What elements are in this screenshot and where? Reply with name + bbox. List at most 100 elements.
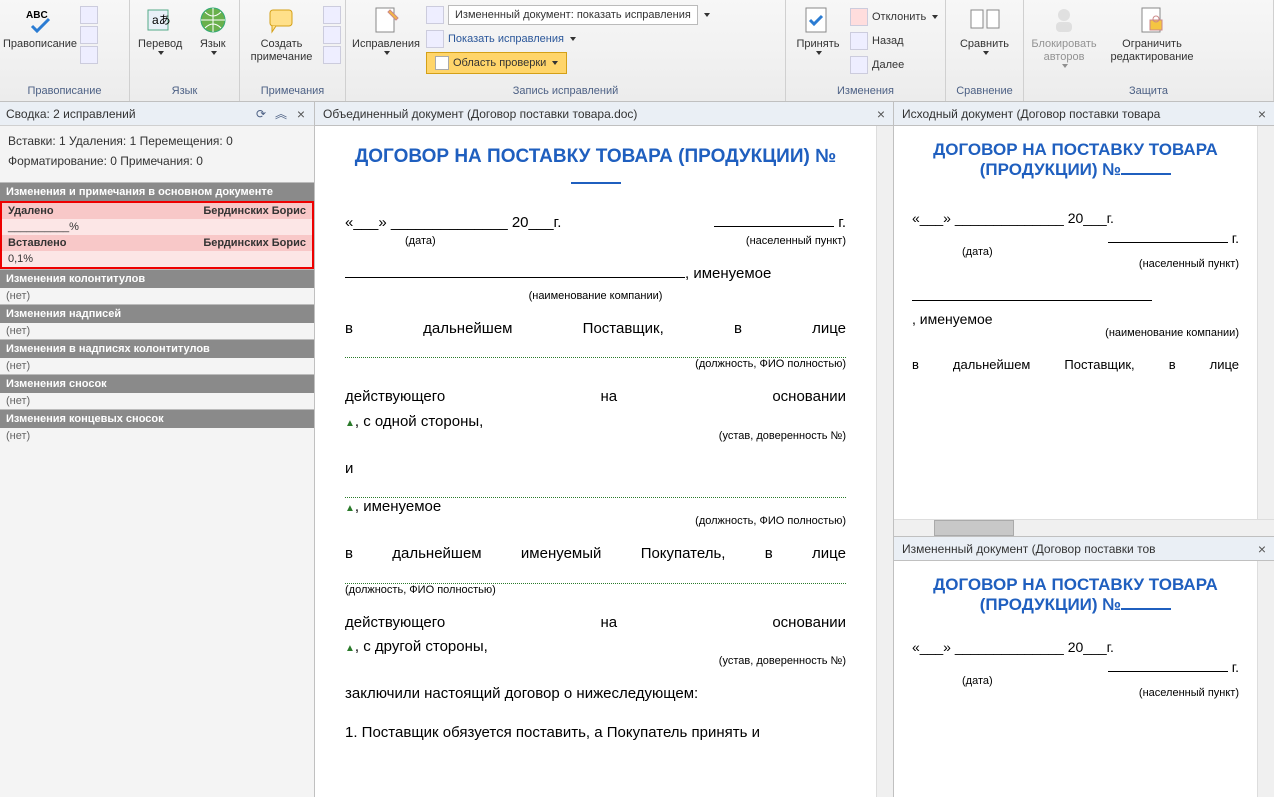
group-label-compare: Сравнение — [950, 83, 1019, 99]
summary-stats: Вставки: 1 Удаления: 1 Перемещения: 0 Фо… — [0, 126, 314, 182]
svg-text:aあ: aあ — [152, 13, 171, 27]
display-for-review-dropdown[interactable]: Измененный документ: показать исправлени… — [448, 5, 698, 25]
source-page: ДОГОВОР НА ПОСТАВКУ ТОВАРА (ПРОДУКЦИИ) №… — [894, 126, 1257, 393]
collapse-icon[interactable]: ︽ — [274, 107, 288, 121]
prev-change-button[interactable]: Назад — [850, 30, 938, 52]
new-comment-icon — [266, 4, 298, 36]
compare-button[interactable]: Сравнить — [950, 2, 1019, 57]
word-count-button[interactable] — [80, 46, 98, 64]
city-note: (населенный пункт) — [746, 235, 846, 247]
new-comment-button[interactable]: Создать примечание — [244, 2, 319, 66]
section-footnotes: Изменения сносок — [0, 374, 314, 393]
proofing-small-buttons — [80, 2, 98, 64]
stats-line-2: Форматирование: 0 Примечания: 0 — [8, 154, 306, 168]
center-scrollbar-v[interactable] — [876, 126, 893, 797]
review-pane-button[interactable]: Область проверки — [426, 52, 567, 74]
section-endnotes-none: (нет) — [0, 428, 314, 444]
next-change-button[interactable]: Далее — [850, 54, 938, 76]
reject-button[interactable]: Отклонить — [850, 6, 938, 28]
revised-doc-scroll[interactable]: ДОГОВОР НА ПОСТАВКУ ТОВАРА (ПРОДУКЦИИ) №… — [894, 561, 1257, 797]
language-icon — [197, 4, 229, 36]
group-label-protect: Защита — [1028, 83, 1269, 99]
language-label: Язык — [200, 38, 226, 51]
block-authors-label: Блокировать авторов — [1030, 38, 1098, 64]
section-endnotes: Изменения концевых сносок — [0, 409, 314, 428]
change-deleted[interactable]: УдаленоБердинских Борис — [2, 203, 312, 219]
date-right: г. — [714, 214, 846, 231]
revised-doc-pane: Измененный документ (Договор поставки то… — [894, 537, 1274, 797]
accept-label: Принять — [797, 38, 840, 51]
revised-title: Измененный документ (Договор поставки то… — [902, 542, 1156, 556]
prev-comment-button[interactable] — [323, 26, 341, 44]
source-scrollbar-v[interactable] — [1257, 126, 1274, 519]
doc-heading: ДОГОВОР НА ПОСТАВКУ ТОВАРА (ПРОДУКЦИИ) № — [345, 146, 846, 190]
group-label-changes: Изменения — [790, 83, 941, 99]
compare-label: Сравнить — [960, 38, 1009, 51]
translate-icon: aあ — [144, 4, 176, 36]
show-markup-icon — [426, 30, 444, 48]
right-column: Исходный документ (Договор поставки това… — [894, 102, 1274, 797]
block-authors-button: Блокировать авторов — [1028, 2, 1100, 70]
section-header-captions: Изменения в надписях колонтитулов — [0, 339, 314, 358]
next-icon — [850, 56, 868, 74]
center-title: Объединенный документ (Договор поставки … — [323, 107, 637, 121]
translate-label: Перевод — [138, 38, 182, 51]
docs-area: Объединенный документ (Договор поставки … — [315, 102, 1274, 797]
change-inserted-detail: 0,1% — [2, 251, 312, 267]
summary-header: Сводка: 2 исправлений ⟳ ︽ × — [0, 102, 314, 126]
section-header-captions-none: (нет) — [0, 358, 314, 374]
display-for-review-icon — [426, 6, 444, 24]
block-authors-icon — [1048, 4, 1080, 36]
section-headers: Изменения колонтитулов — [0, 269, 314, 288]
underline — [345, 484, 846, 498]
source-doc-scroll[interactable]: ДОГОВОР НА ПОСТАВКУ ТОВАРА (ПРОДУКЦИИ) №… — [894, 126, 1257, 519]
underline — [345, 570, 846, 584]
close-source-icon[interactable]: × — [1258, 107, 1266, 121]
track-changes-button[interactable]: Исправления — [350, 2, 422, 57]
group-label-spelling: Правописание — [4, 83, 125, 99]
show-markup-button[interactable]: Показать исправления — [448, 33, 564, 45]
highlighted-changes: УдаленоБердинских Борис __________% Вста… — [0, 201, 314, 269]
group-label-comments: Примечания — [244, 83, 341, 99]
language-button[interactable]: Язык — [190, 2, 235, 57]
revised-scrollbar-v[interactable] — [1257, 561, 1274, 797]
change-inserted[interactable]: ВставленоБердинских Борис — [2, 235, 312, 251]
research-button[interactable] — [80, 6, 98, 24]
close-revised-icon[interactable]: × — [1258, 542, 1266, 556]
body: Сводка: 2 исправлений ⟳ ︽ × Вставки: 1 У… — [0, 102, 1274, 797]
group-label-tracking: Запись исправлений — [350, 83, 781, 99]
ribbon: ABC Правописание Правописание aあ Перевод… — [0, 0, 1274, 102]
section-footnotes-none: (нет) — [0, 393, 314, 409]
review-pane-icon — [435, 56, 449, 70]
thesaurus-button[interactable] — [80, 26, 98, 44]
next-comment-button[interactable] — [323, 46, 341, 64]
comment-small-buttons — [323, 2, 341, 64]
center-doc-pane: Объединенный документ (Договор поставки … — [315, 102, 894, 797]
close-summary-icon[interactable]: × — [294, 107, 308, 121]
restrict-icon — [1136, 4, 1168, 36]
accept-button[interactable]: Принять — [790, 2, 846, 57]
track-label: Исправления — [352, 38, 420, 51]
source-title: Исходный документ (Договор поставки това… — [902, 107, 1160, 121]
translate-button[interactable]: aあ Перевод — [134, 2, 186, 57]
revised-title-bar: Измененный документ (Договор поставки то… — [894, 537, 1274, 561]
refresh-icon[interactable]: ⟳ — [254, 107, 268, 121]
source-title-bar: Исходный документ (Договор поставки това… — [894, 102, 1274, 126]
delete-comment-button[interactable] — [323, 6, 341, 24]
svg-text:ABC: ABC — [26, 10, 48, 21]
source-scrollbar-h[interactable] — [894, 519, 1274, 536]
spelling-label: Правописание — [3, 38, 77, 51]
revised-page: ДОГОВОР НА ПОСТАВКУ ТОВАРА (ПРОДУКЦИИ) №… — [894, 561, 1257, 713]
center-title-bar: Объединенный документ (Договор поставки … — [315, 102, 893, 126]
stats-line-1: Вставки: 1 Удаления: 1 Перемещения: 0 — [8, 134, 306, 148]
date-note: (дата) — [405, 235, 436, 247]
center-page: ДОГОВОР НА ПОСТАВКУ ТОВАРА (ПРОДУКЦИИ) №… — [315, 126, 876, 768]
prev-icon — [850, 32, 868, 50]
doc-heading: ДОГОВОР НА ПОСТАВКУ ТОВАРА (ПРОДУКЦИИ) № — [912, 575, 1239, 615]
underline — [345, 344, 846, 358]
restrict-editing-button[interactable]: Ограничить редактирование — [1104, 2, 1200, 66]
close-center-icon[interactable]: × — [877, 107, 885, 121]
new-comment-label: Создать примечание — [246, 38, 317, 64]
spelling-button[interactable]: ABC Правописание — [4, 2, 76, 53]
center-doc-scroll[interactable]: ДОГОВОР НА ПОСТАВКУ ТОВАРА (ПРОДУКЦИИ) №… — [315, 126, 876, 797]
